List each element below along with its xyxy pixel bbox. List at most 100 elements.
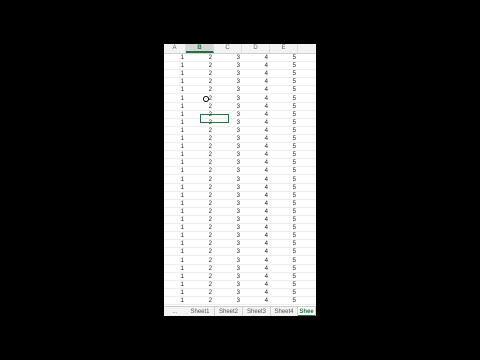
cell-a[interactable]: 1 xyxy=(164,257,186,265)
cell-b[interactable]: 2 xyxy=(186,257,214,265)
column-header-d[interactable]: D xyxy=(242,44,270,53)
cell-b[interactable]: 2 xyxy=(186,167,214,175)
cell-c[interactable]: 3 xyxy=(214,232,242,240)
cell-a[interactable]: 1 xyxy=(164,224,186,232)
cell-a[interactable]: 1 xyxy=(164,70,186,78)
cell-e[interactable]: 5 xyxy=(270,78,298,86)
active-cell-b7[interactable] xyxy=(200,114,229,123)
cell-b[interactable]: 2 xyxy=(186,281,214,289)
cell-b[interactable]: 2 xyxy=(186,240,214,248)
cell-c[interactable]: 3 xyxy=(214,103,242,111)
cell-e[interactable]: 5 xyxy=(270,62,298,70)
cell-d[interactable]: 4 xyxy=(242,281,270,289)
cell-d[interactable]: 4 xyxy=(242,176,270,184)
cell-b[interactable]: 2 xyxy=(186,86,214,94)
cell-c[interactable]: 3 xyxy=(214,192,242,200)
cell-e[interactable]: 5 xyxy=(270,200,298,208)
cell-c[interactable]: 3 xyxy=(214,289,242,297)
cell-a[interactable]: 1 xyxy=(164,216,186,224)
cell-e[interactable]: 5 xyxy=(270,224,298,232)
cell-b[interactable]: 2 xyxy=(186,216,214,224)
cell-b[interactable]: 2 xyxy=(186,248,214,256)
sheet-tab-2[interactable]: Sheet2 xyxy=(215,307,243,316)
cell-d[interactable]: 4 xyxy=(242,184,270,192)
cell-b[interactable]: 2 xyxy=(186,135,214,143)
cell-c[interactable]: 3 xyxy=(214,273,242,281)
sheet-tab-3[interactable]: Sheet3 xyxy=(243,307,271,316)
cell-a[interactable]: 1 xyxy=(164,281,186,289)
cell-d[interactable]: 4 xyxy=(242,86,270,94)
cell-a[interactable]: 1 xyxy=(164,86,186,94)
cell-e[interactable]: 5 xyxy=(270,273,298,281)
cell-d[interactable]: 4 xyxy=(242,289,270,297)
cell-c[interactable]: 3 xyxy=(214,224,242,232)
cell-a[interactable]: 1 xyxy=(164,111,186,119)
cell-d[interactable]: 4 xyxy=(242,167,270,175)
cell-c[interactable]: 3 xyxy=(214,257,242,265)
cell-e[interactable]: 5 xyxy=(270,143,298,151)
cell-b[interactable]: 2 xyxy=(186,200,214,208)
cell-b[interactable]: 2 xyxy=(186,232,214,240)
cell-d[interactable]: 4 xyxy=(242,240,270,248)
cell-d[interactable]: 4 xyxy=(242,232,270,240)
cell-d[interactable]: 4 xyxy=(242,200,270,208)
cell-b[interactable]: 2 xyxy=(186,70,214,78)
cell-a[interactable]: 1 xyxy=(164,159,186,167)
sheet-nav-ellipsis[interactable]: ... xyxy=(164,307,186,316)
cell-c[interactable]: 3 xyxy=(214,208,242,216)
cell-b[interactable]: 2 xyxy=(186,127,214,135)
cell-a[interactable]: 1 xyxy=(164,289,186,297)
cell-e[interactable]: 5 xyxy=(270,297,298,305)
cell-c[interactable]: 3 xyxy=(214,184,242,192)
cell-d[interactable]: 4 xyxy=(242,248,270,256)
cell-a[interactable]: 1 xyxy=(164,167,186,175)
cell-a[interactable]: 1 xyxy=(164,103,186,111)
cell-d[interactable]: 4 xyxy=(242,62,270,70)
cell-e[interactable]: 5 xyxy=(270,240,298,248)
cell-e[interactable]: 5 xyxy=(270,54,298,62)
cell-e[interactable]: 5 xyxy=(270,232,298,240)
cell-d[interactable]: 4 xyxy=(242,273,270,281)
cell-e[interactable]: 5 xyxy=(270,135,298,143)
cell-c[interactable]: 3 xyxy=(214,54,242,62)
cell-d[interactable]: 4 xyxy=(242,78,270,86)
cell-a[interactable]: 1 xyxy=(164,135,186,143)
cell-c[interactable]: 3 xyxy=(214,159,242,167)
cell-b[interactable]: 2 xyxy=(186,289,214,297)
cell-e[interactable]: 5 xyxy=(270,86,298,94)
cell-e[interactable]: 5 xyxy=(270,70,298,78)
cell-e[interactable]: 5 xyxy=(270,216,298,224)
cell-d[interactable]: 4 xyxy=(242,54,270,62)
cell-b[interactable]: 2 xyxy=(186,151,214,159)
column-header-e[interactable]: E xyxy=(270,44,298,53)
cell-c[interactable]: 3 xyxy=(214,176,242,184)
cell-d[interactable]: 4 xyxy=(242,70,270,78)
sheet-tab-1[interactable]: Sheet1 xyxy=(186,307,215,316)
cell-c[interactable]: 3 xyxy=(214,86,242,94)
cell-b[interactable]: 2 xyxy=(186,103,214,111)
cell-a[interactable]: 1 xyxy=(164,95,186,103)
cell-d[interactable]: 4 xyxy=(242,224,270,232)
cell-c[interactable]: 3 xyxy=(214,78,242,86)
cell-d[interactable]: 4 xyxy=(242,151,270,159)
cell-a[interactable]: 1 xyxy=(164,232,186,240)
cell-e[interactable]: 5 xyxy=(270,167,298,175)
cell-b[interactable]: 2 xyxy=(186,297,214,305)
cell-a[interactable]: 1 xyxy=(164,151,186,159)
cell-a[interactable]: 1 xyxy=(164,143,186,151)
cell-d[interactable]: 4 xyxy=(242,192,270,200)
cell-d[interactable]: 4 xyxy=(242,159,270,167)
cell-d[interactable]: 4 xyxy=(242,216,270,224)
cell-b[interactable]: 2 xyxy=(186,224,214,232)
cell-d[interactable]: 4 xyxy=(242,297,270,305)
cell-b[interactable]: 2 xyxy=(186,265,214,273)
cell-e[interactable]: 5 xyxy=(270,111,298,119)
cell-d[interactable]: 4 xyxy=(242,143,270,151)
cell-b[interactable]: 2 xyxy=(186,62,214,70)
cell-a[interactable]: 1 xyxy=(164,192,186,200)
cell-b[interactable]: 2 xyxy=(186,54,214,62)
cell-c[interactable]: 3 xyxy=(214,70,242,78)
cell-c[interactable]: 3 xyxy=(214,248,242,256)
cell-b[interactable]: 2 xyxy=(186,192,214,200)
cell-c[interactable]: 3 xyxy=(214,265,242,273)
